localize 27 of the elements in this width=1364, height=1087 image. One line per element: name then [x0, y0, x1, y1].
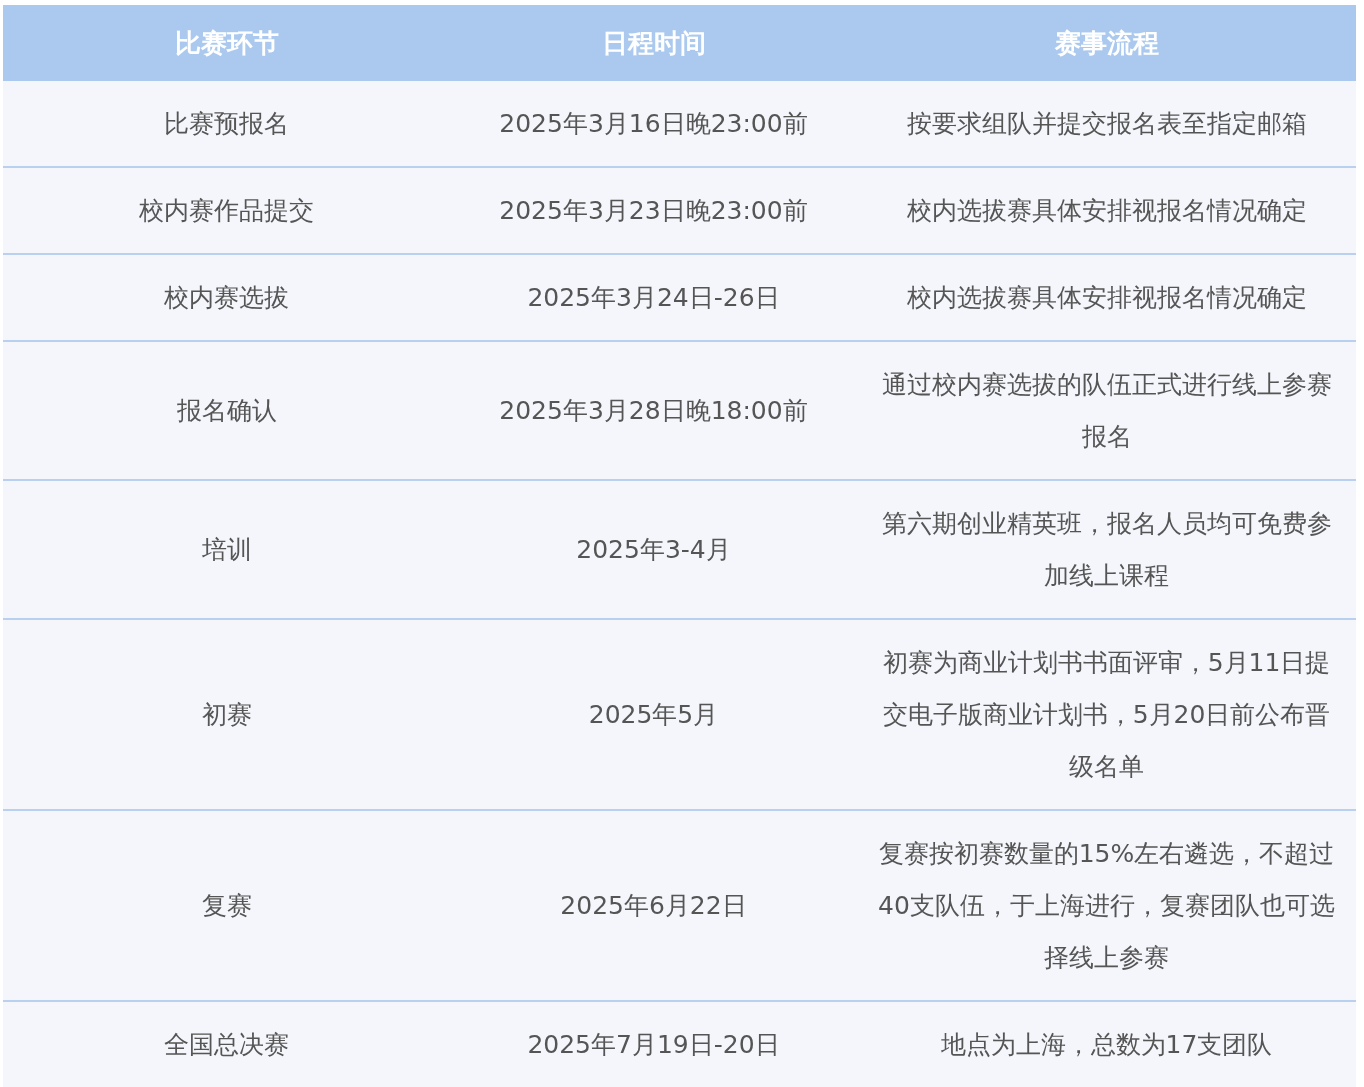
column-header: 日程时间	[450, 5, 857, 81]
table-cell: 校内赛选拔	[3, 254, 450, 341]
table-cell: 初赛	[3, 619, 450, 810]
table-cell: 2025年7月19日-20日	[450, 1001, 857, 1087]
column-header: 赛事流程	[857, 5, 1356, 81]
table-cell: 校内选拔赛具体安排视报名情况确定	[857, 254, 1356, 341]
table-cell: 2025年6月22日	[450, 810, 857, 1001]
table-cell: 2025年3月16日晚23:00前	[450, 81, 857, 167]
table-cell: 2025年3月23日晚23:00前	[450, 167, 857, 254]
table-cell: 比赛预报名	[3, 81, 450, 167]
table-cell: 2025年5月	[450, 619, 857, 810]
table-cell: 2025年3月24日-26日	[450, 254, 857, 341]
table-cell: 地点为上海，总数为17支团队	[857, 1001, 1356, 1087]
table-cell: 报名确认	[3, 341, 450, 480]
table-cell: 2025年3-4月	[450, 480, 857, 619]
table-cell: 培训	[3, 480, 450, 619]
table-cell: 校内赛作品提交	[3, 167, 450, 254]
column-header: 比赛环节	[3, 5, 450, 81]
table-cell: 第六期创业精英班，报名人员均可免费参加线上课程	[857, 480, 1356, 619]
table-cell: 复赛按初赛数量的15%左右遴选，不超过40支队伍，于上海进行，复赛团队也可选择线上参赛	[857, 810, 1356, 1001]
table-cell: 2025年3月28日晚18:00前	[450, 341, 857, 480]
table-cell: 初赛为商业计划书书面评审，5月11日提交电子版商业计划书，5月20日前公布晋级名单	[857, 619, 1356, 810]
table-cell: 复赛	[3, 810, 450, 1001]
table-cell: 全国总决赛	[3, 1001, 450, 1087]
table-cell: 通过校内赛选拔的队伍正式进行线上参赛报名	[857, 341, 1356, 480]
table-cell: 校内选拔赛具体安排视报名情况确定	[857, 167, 1356, 254]
table-cell: 按要求组队并提交报名表至指定邮箱	[857, 81, 1356, 167]
